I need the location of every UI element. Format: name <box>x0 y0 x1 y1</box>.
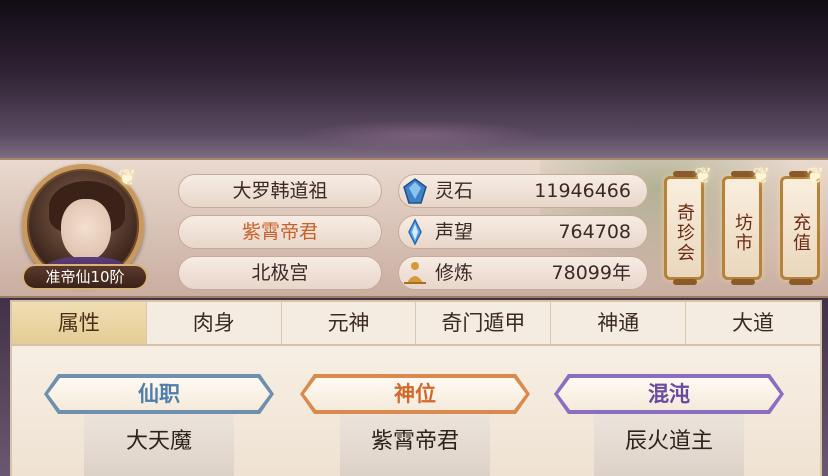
card-title: 神位 <box>304 378 526 410</box>
butterfly-icon: ❦ <box>694 164 713 189</box>
resource-label: 灵石 <box>435 180 474 202</box>
butterfly-icon: ❦ <box>806 164 825 189</box>
tab-great-dao[interactable]: 大道 <box>686 302 820 344</box>
player-title: 大罗韩道祖 <box>178 174 382 208</box>
tab-divine-powers[interactable]: 神通 <box>551 302 687 344</box>
card-banner: 混沌 <box>554 374 784 414</box>
top-banner-background <box>0 0 828 158</box>
tab-attributes[interactable]: 属性 <box>12 302 147 344</box>
resource-value: 78099年 <box>551 262 631 284</box>
divine-position-card: 神位 紫霄帝君 <box>300 374 530 476</box>
reputation-crystal-icon <box>408 218 422 246</box>
resource-reputation: 声望 764708 <box>398 215 648 249</box>
chaos-card: 混沌 辰火道主 <box>554 374 784 476</box>
resource-label: 声望 <box>435 221 474 243</box>
recharge-button[interactable]: 充值 <box>780 171 820 285</box>
treasure-fair-button[interactable]: 奇珍会 <box>664 171 704 285</box>
card-value: 辰火道主 <box>594 414 744 476</box>
card-banner: 仙职 <box>44 374 274 414</box>
card-value: 大天魔 <box>84 414 234 476</box>
rank-badge: 准帝仙10阶 <box>22 264 148 290</box>
player-palace: 北极宫 <box>178 256 382 290</box>
resource-spirit-stone: 灵石 11946466 <box>398 174 648 208</box>
card-value: 紫霄帝君 <box>340 414 490 476</box>
tab-bar: 属性 肉身 元神 奇门遁甲 神通 大道 <box>10 300 822 346</box>
card-banner: 神位 <box>300 374 530 414</box>
avatar-face <box>61 199 111 261</box>
butterfly-icon: ❦ <box>752 164 771 189</box>
spirit-stone-icon <box>403 178 427 204</box>
player-deity-title: 紫霄帝君 <box>178 215 382 249</box>
resource-value: 11946466 <box>534 180 631 202</box>
tab-qimen[interactable]: 奇门遁甲 <box>416 302 552 344</box>
tab-spirit[interactable]: 元神 <box>282 302 417 344</box>
resource-label: 修炼 <box>435 262 474 284</box>
butterfly-icon: ❦ <box>118 166 137 191</box>
market-button[interactable]: 坊市 <box>722 171 762 285</box>
card-title: 混沌 <box>558 378 780 410</box>
meditation-icon <box>404 262 426 284</box>
tab-body[interactable]: 肉身 <box>147 302 282 344</box>
immortal-post-card: 仙职 大天魔 <box>44 374 274 476</box>
resource-value: 764708 <box>558 221 631 243</box>
card-title: 仙职 <box>48 378 270 410</box>
resource-cultivation: 修炼 78099年 <box>398 256 648 290</box>
